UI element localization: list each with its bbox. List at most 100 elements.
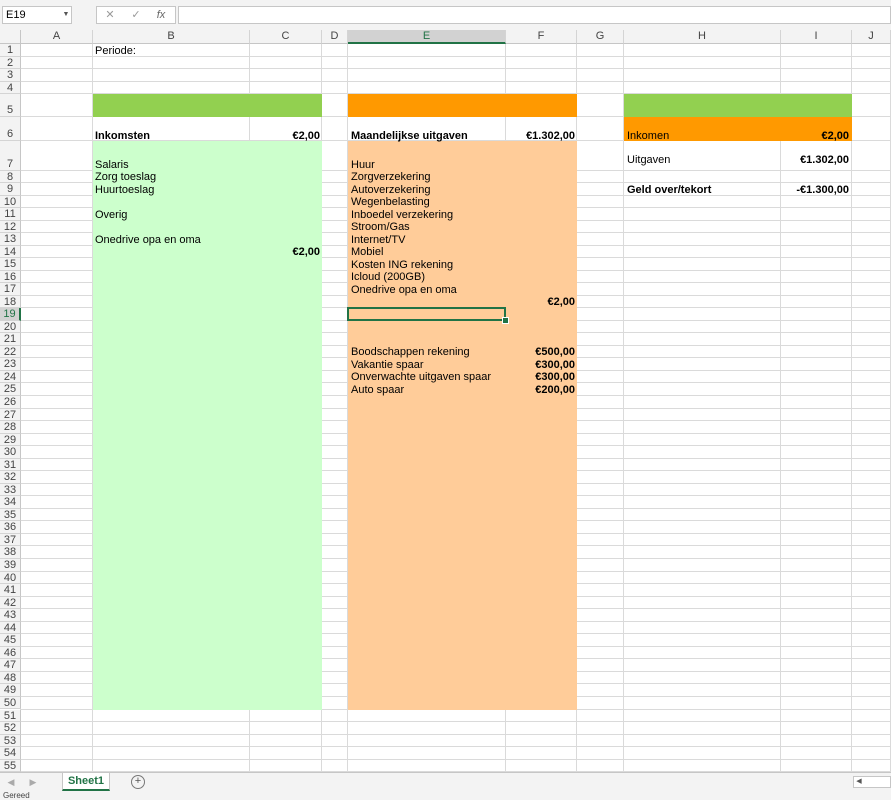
expense-onedrive-value: €2,00 bbox=[547, 296, 575, 308]
row-header[interactable]: 42 bbox=[0, 596, 21, 610]
savings-item-label: Auto spaar bbox=[351, 384, 405, 396]
row-header[interactable]: 25 bbox=[0, 383, 21, 396]
uitgaven-total: €1.302,00 bbox=[526, 130, 575, 142]
row-header[interactable]: 41 bbox=[0, 584, 21, 597]
expense-item: Icloud (200GB) bbox=[351, 271, 425, 283]
row-gridline bbox=[21, 56, 891, 57]
worksheet-grid[interactable]: ABCDEFGHIJ 1 2 3 4 5 6 7 8 9 10 11 12 13 14 15 16 17 18 19… bbox=[0, 30, 891, 772]
row-header[interactable]: 37 bbox=[0, 533, 21, 547]
row-header[interactable]: 19 bbox=[0, 308, 21, 321]
row-header[interactable]: 38 bbox=[0, 546, 21, 559]
active-cell-selection[interactable] bbox=[347, 307, 506, 321]
horizontal-scrollbar[interactable]: ◀ bbox=[853, 776, 891, 788]
expense-item: Huur bbox=[351, 159, 375, 171]
row-header[interactable]: 48 bbox=[0, 671, 21, 685]
row-header[interactable]: 40 bbox=[0, 571, 21, 585]
row-header[interactable]: 45 bbox=[0, 634, 21, 647]
row-header[interactable]: 27 bbox=[0, 408, 21, 422]
chevron-down-icon[interactable]: ▼ bbox=[60, 6, 72, 24]
savings-item-value: €500,00 bbox=[535, 346, 575, 358]
income-item: Overig bbox=[95, 209, 128, 221]
scroll-left-icon[interactable]: ◀ bbox=[854, 777, 864, 787]
formula-input[interactable] bbox=[178, 6, 891, 24]
row-header[interactable]: 53 bbox=[0, 734, 21, 748]
column-header-a[interactable]: A bbox=[21, 30, 93, 44]
row-header[interactable]: 21 bbox=[0, 333, 21, 346]
row-header[interactable]: 9 bbox=[0, 183, 21, 196]
tab-sheet1[interactable]: Sheet1 bbox=[62, 773, 110, 791]
row-header[interactable]: 35 bbox=[0, 508, 21, 522]
select-all-corner[interactable] bbox=[0, 30, 21, 44]
row-header[interactable]: 5 bbox=[0, 94, 21, 117]
row-header[interactable]: 15 bbox=[0, 258, 21, 271]
cancel-icon[interactable]: ✕ bbox=[99, 7, 121, 23]
expense-item: Autoverzekering bbox=[351, 184, 431, 196]
tab-scroll-right-icon[interactable]: ▶ bbox=[26, 775, 40, 789]
column-header-b[interactable]: B bbox=[93, 30, 250, 44]
row-header[interactable]: 3 bbox=[0, 69, 21, 82]
enter-icon[interactable]: ✓ bbox=[125, 7, 147, 23]
row-header[interactable]: 36 bbox=[0, 521, 21, 534]
row-header[interactable]: 54 bbox=[0, 747, 21, 760]
expense-item: Internet/TV bbox=[351, 234, 406, 246]
row-header[interactable]: 55 bbox=[0, 759, 21, 772]
row-header[interactable]: 23 bbox=[0, 358, 21, 371]
row-header[interactable]: 12 bbox=[0, 221, 21, 233]
row-header[interactable]: 49 bbox=[0, 684, 21, 697]
row-header[interactable]: 1 bbox=[0, 44, 21, 57]
row-header[interactable]: 28 bbox=[0, 421, 21, 434]
row-header[interactable]: 30 bbox=[0, 446, 21, 459]
tab-scroll-left-icon[interactable]: ◀ bbox=[4, 775, 18, 789]
column-header-f[interactable]: F bbox=[506, 30, 577, 44]
add-sheet-icon[interactable]: + bbox=[131, 775, 145, 789]
row-header[interactable]: 47 bbox=[0, 659, 21, 672]
row-header[interactable]: 6 bbox=[0, 117, 21, 141]
row-header[interactable]: 18 bbox=[0, 296, 21, 308]
column-header-i[interactable]: I bbox=[781, 30, 852, 44]
row-header[interactable]: 50 bbox=[0, 696, 21, 710]
column-header-d[interactable]: D bbox=[322, 30, 348, 44]
row-header[interactable]: 14 bbox=[0, 246, 21, 258]
row-header[interactable]: 2 bbox=[0, 57, 21, 69]
insert-function-button[interactable]: fx bbox=[150, 7, 172, 23]
row-header[interactable]: 16 bbox=[0, 271, 21, 283]
income-item: Salaris bbox=[95, 159, 129, 171]
row-header[interactable]: 24 bbox=[0, 371, 21, 383]
row-header[interactable]: 51 bbox=[0, 709, 21, 723]
income-item: Huurtoeslag bbox=[95, 184, 155, 196]
row-header[interactable]: 29 bbox=[0, 433, 21, 447]
expense-item: Zorgverzekering bbox=[351, 171, 431, 183]
row-header[interactable]: 33 bbox=[0, 483, 21, 497]
uitgaven-header-fill bbox=[348, 94, 577, 117]
row-header[interactable]: 39 bbox=[0, 559, 21, 572]
savings-item-label: Vakantie spaar bbox=[351, 359, 424, 371]
row-header[interactable]: 46 bbox=[0, 646, 21, 660]
row-header[interactable]: 8 bbox=[0, 171, 21, 183]
row-header[interactable]: 34 bbox=[0, 496, 21, 509]
column-header-h[interactable]: H bbox=[624, 30, 781, 44]
row-header[interactable]: 11 bbox=[0, 208, 21, 221]
row-header[interactable]: 22 bbox=[0, 346, 21, 358]
row-header[interactable]: 52 bbox=[0, 722, 21, 735]
summary-inkomen-value: €2,00 bbox=[821, 130, 849, 142]
row-header[interactable]: 4 bbox=[0, 82, 21, 94]
summary-geld-value: -€1.300,00 bbox=[796, 184, 849, 196]
row-header[interactable]: 7 bbox=[0, 141, 21, 171]
row-header[interactable]: 13 bbox=[0, 233, 21, 246]
row-header[interactable]: 26 bbox=[0, 396, 21, 409]
fill-handle[interactable] bbox=[502, 317, 509, 324]
row-header[interactable]: 43 bbox=[0, 609, 21, 622]
row-header[interactable]: 32 bbox=[0, 471, 21, 484]
column-header-g[interactable]: G bbox=[577, 30, 624, 44]
row-header[interactable]: 20 bbox=[0, 321, 21, 333]
row-header[interactable]: 31 bbox=[0, 458, 21, 472]
column-header-e[interactable]: E bbox=[348, 30, 506, 44]
row-header[interactable]: 17 bbox=[0, 283, 21, 296]
row-header[interactable]: 10 bbox=[0, 196, 21, 208]
row-header[interactable]: 44 bbox=[0, 621, 21, 635]
savings-item-value: €200,00 bbox=[535, 384, 575, 396]
inkomsten-label: Inkomsten bbox=[95, 130, 151, 142]
expense-item: Kosten ING rekening bbox=[351, 259, 454, 271]
column-header-c[interactable]: C bbox=[250, 30, 322, 44]
column-header-j[interactable]: J bbox=[852, 30, 891, 44]
